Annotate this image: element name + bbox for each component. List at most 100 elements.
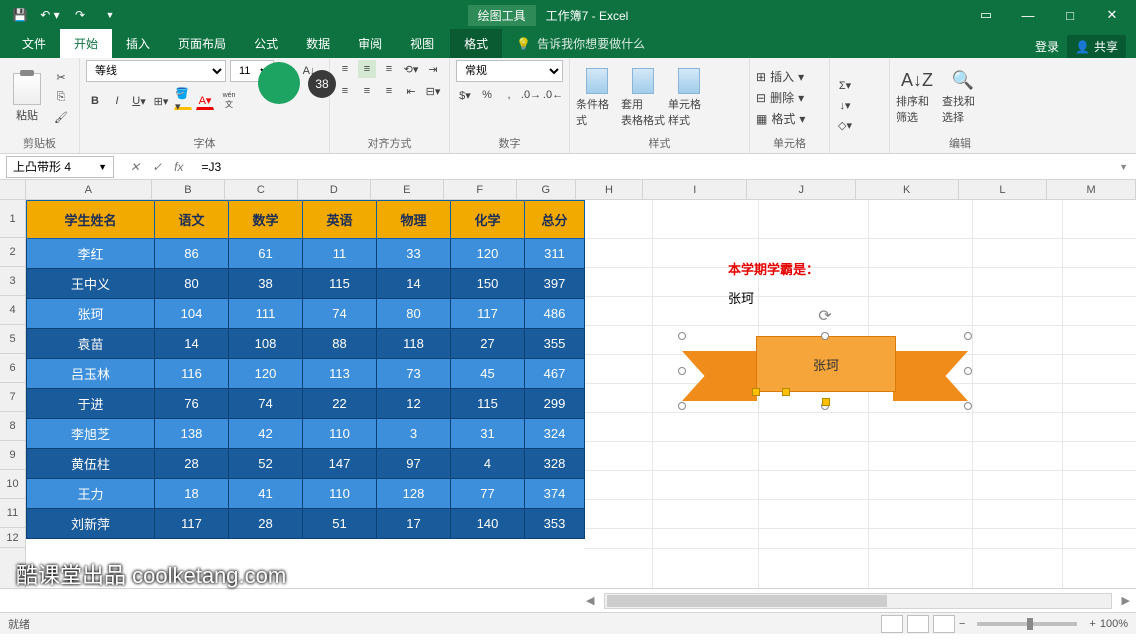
conditional-format-button[interactable]: 条件格式 [576, 60, 618, 135]
insert-cell-button[interactable]: ⊞ 插入 ▾ [756, 68, 805, 85]
delete-cell-button[interactable]: ⊟ 删除 ▾ [756, 89, 805, 106]
table-cell[interactable]: 22 [303, 389, 377, 419]
font-color-icon[interactable]: A▾ [196, 92, 214, 110]
table-cell[interactable]: 4 [451, 449, 525, 479]
cell-styles-button[interactable]: 单元格样式 [668, 60, 710, 135]
table-cell[interactable]: 于进 [27, 389, 155, 419]
table-header[interactable]: 物理 [377, 201, 451, 239]
minimize-icon[interactable]: — [1008, 1, 1048, 29]
expand-formula-icon[interactable]: ▼ [1111, 162, 1136, 172]
row-header[interactable]: 4 [0, 296, 25, 325]
table-cell[interactable]: 76 [155, 389, 229, 419]
fill-icon[interactable]: ↓▾ [836, 97, 854, 115]
table-cell[interactable]: 38 [229, 269, 303, 299]
ribbon-options-icon[interactable]: ▭ [966, 1, 1006, 29]
table-cell[interactable]: 128 [377, 479, 451, 509]
clear-icon[interactable]: ◇▾ [836, 117, 854, 135]
table-cell[interactable]: 17 [377, 509, 451, 539]
align-left-icon[interactable]: ≡ [336, 82, 354, 100]
table-cell[interactable]: 147 [303, 449, 377, 479]
table-cell[interactable]: 467 [525, 359, 585, 389]
tab-file[interactable]: 文件 [8, 29, 60, 58]
table-cell[interactable]: 李红 [27, 239, 155, 269]
tab-data[interactable]: 数据 [292, 29, 344, 58]
table-cell[interactable]: 397 [525, 269, 585, 299]
table-cell[interactable]: 31 [451, 419, 525, 449]
formula-bar[interactable]: =J3 [193, 158, 1111, 176]
table-cell[interactable]: 吕玉林 [27, 359, 155, 389]
table-cell[interactable]: 120 [451, 239, 525, 269]
table-cell[interactable]: 77 [451, 479, 525, 509]
table-cell[interactable]: 李旭芝 [27, 419, 155, 449]
align-bottom-icon[interactable]: ≡ [380, 60, 398, 78]
comma-icon[interactable]: , [500, 86, 518, 104]
shape-text[interactable]: 张珂 [756, 336, 896, 392]
tab-insert[interactable]: 插入 [112, 29, 164, 58]
orientation-icon[interactable]: ⟲▾ [402, 60, 420, 78]
page-break-view-icon[interactable] [933, 615, 955, 633]
table-cell[interactable]: 王力 [27, 479, 155, 509]
align-middle-icon[interactable]: ≡ [358, 60, 376, 78]
find-select-button[interactable]: 🔍查找和选择 [942, 60, 984, 135]
row-header[interactable]: 12 [0, 528, 25, 548]
table-cell[interactable]: 108 [229, 329, 303, 359]
table-cell[interactable]: 28 [155, 449, 229, 479]
table-header[interactable]: 学生姓名 [27, 201, 155, 239]
table-cell[interactable]: 袁苗 [27, 329, 155, 359]
save-icon[interactable]: 💾 [8, 3, 32, 27]
table-cell[interactable]: 113 [303, 359, 377, 389]
table-cell[interactable]: 324 [525, 419, 585, 449]
table-cell[interactable]: 45 [451, 359, 525, 389]
table-cell[interactable]: 328 [525, 449, 585, 479]
table-cell[interactable]: 3 [377, 419, 451, 449]
column-header[interactable]: C [225, 180, 298, 199]
column-header[interactable]: B [152, 180, 225, 199]
row-header[interactable]: 11 [0, 499, 25, 528]
table-cell[interactable]: 140 [451, 509, 525, 539]
table-cell[interactable]: 14 [155, 329, 229, 359]
page-layout-view-icon[interactable] [907, 615, 929, 633]
normal-view-icon[interactable] [881, 615, 903, 633]
table-header[interactable]: 数学 [229, 201, 303, 239]
align-right-icon[interactable]: ≡ [380, 82, 398, 100]
undo-icon[interactable]: ↶ ▾ [38, 3, 62, 27]
font-name-select[interactable]: 等线 [86, 60, 226, 82]
table-header[interactable]: 英语 [303, 201, 377, 239]
percent-icon[interactable]: % [478, 86, 496, 104]
format-painter-icon[interactable]: 🖌 [52, 109, 70, 127]
table-cell[interactable]: 14 [377, 269, 451, 299]
wrap-text-icon[interactable]: ⇥ [424, 60, 442, 78]
login-link[interactable]: 登录 [1035, 38, 1059, 55]
table-cell[interactable]: 80 [155, 269, 229, 299]
tab-format[interactable]: 格式 [450, 29, 502, 58]
paste-button[interactable]: 粘贴 [6, 60, 48, 135]
row-header[interactable]: 9 [0, 441, 25, 470]
share-button[interactable]: 👤 共享 [1067, 35, 1126, 58]
table-cell[interactable]: 张珂 [27, 299, 155, 329]
fill-color-icon[interactable]: 🪣▾ [174, 92, 192, 110]
table-cell[interactable]: 111 [229, 299, 303, 329]
table-header[interactable]: 总分 [525, 201, 585, 239]
tab-review[interactable]: 审阅 [344, 29, 396, 58]
zoom-in-icon[interactable]: + [1089, 618, 1095, 630]
table-cell[interactable]: 353 [525, 509, 585, 539]
increase-decimal-icon[interactable]: .0→ [522, 86, 540, 104]
copy-icon[interactable]: ⎘ [52, 89, 70, 107]
table-cell[interactable]: 110 [303, 479, 377, 509]
table-cell[interactable]: 80 [377, 299, 451, 329]
tab-page-layout[interactable]: 页面布局 [164, 29, 240, 58]
column-header[interactable]: A [26, 180, 152, 199]
name-box[interactable]: 上凸带形 4▼ [6, 156, 114, 178]
tab-home[interactable]: 开始 [60, 29, 112, 58]
maximize-icon[interactable]: □ [1050, 1, 1090, 29]
table-cell[interactable]: 11 [303, 239, 377, 269]
table-cell[interactable]: 486 [525, 299, 585, 329]
tab-view[interactable]: 视图 [396, 29, 448, 58]
table-cell[interactable]: 74 [229, 389, 303, 419]
italic-icon[interactable]: I [108, 92, 126, 110]
table-cell[interactable]: 116 [155, 359, 229, 389]
table-header[interactable]: 化学 [451, 201, 525, 239]
zoom-slider[interactable] [977, 622, 1077, 626]
table-cell[interactable]: 150 [451, 269, 525, 299]
qat-customize-icon[interactable]: ▼ [98, 3, 122, 27]
